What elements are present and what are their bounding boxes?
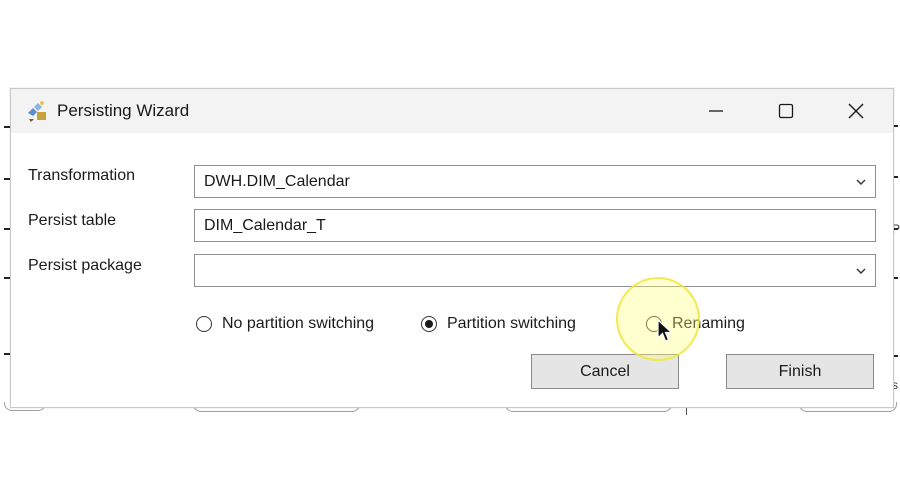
radio-label: Partition switching [447,315,576,332]
maximize-button[interactable] [751,89,821,133]
close-icon [848,103,864,119]
persisting-wizard-dialog: Persisting Wizard Transformation DWH.DIM… [10,88,894,408]
persist-package-dropdown[interactable] [194,254,876,287]
radio-label: No partition switching [222,315,375,332]
chevron-down-icon [856,179,866,185]
wizard-app-icon [28,101,46,122]
radio-no-partition-switching[interactable]: No partition switching [196,313,374,335]
window-title: Persisting Wizard [57,101,190,120]
radio-partition-switching[interactable]: Partition switching [421,313,576,335]
finish-button[interactable]: Finish [726,354,874,389]
persist-table-input[interactable]: DIM_Calendar_T [194,209,876,242]
persist-package-label: Persist package [28,257,142,274]
transformation-dropdown[interactable]: DWH.DIM_Calendar [194,165,876,198]
minimize-button[interactable] [681,89,751,133]
transformation-value: DWH.DIM_Calendar [204,173,350,190]
radio-button[interactable] [421,316,437,332]
maximize-icon [778,103,794,119]
radio-renaming[interactable]: Renaming [646,313,745,335]
chevron-down-icon [856,268,866,274]
title-bar[interactable]: Persisting Wizard [11,89,893,133]
persist-table-value: DIM_Calendar_T [204,217,326,234]
radio-button[interactable] [646,316,662,332]
radio-button[interactable] [196,316,212,332]
radio-label: Renaming [672,315,745,332]
close-button[interactable] [821,89,891,133]
transformation-label: Transformation [28,167,135,184]
cancel-button[interactable]: Cancel [531,354,679,389]
persist-table-label: Persist table [28,212,117,229]
minimize-icon [709,110,723,112]
